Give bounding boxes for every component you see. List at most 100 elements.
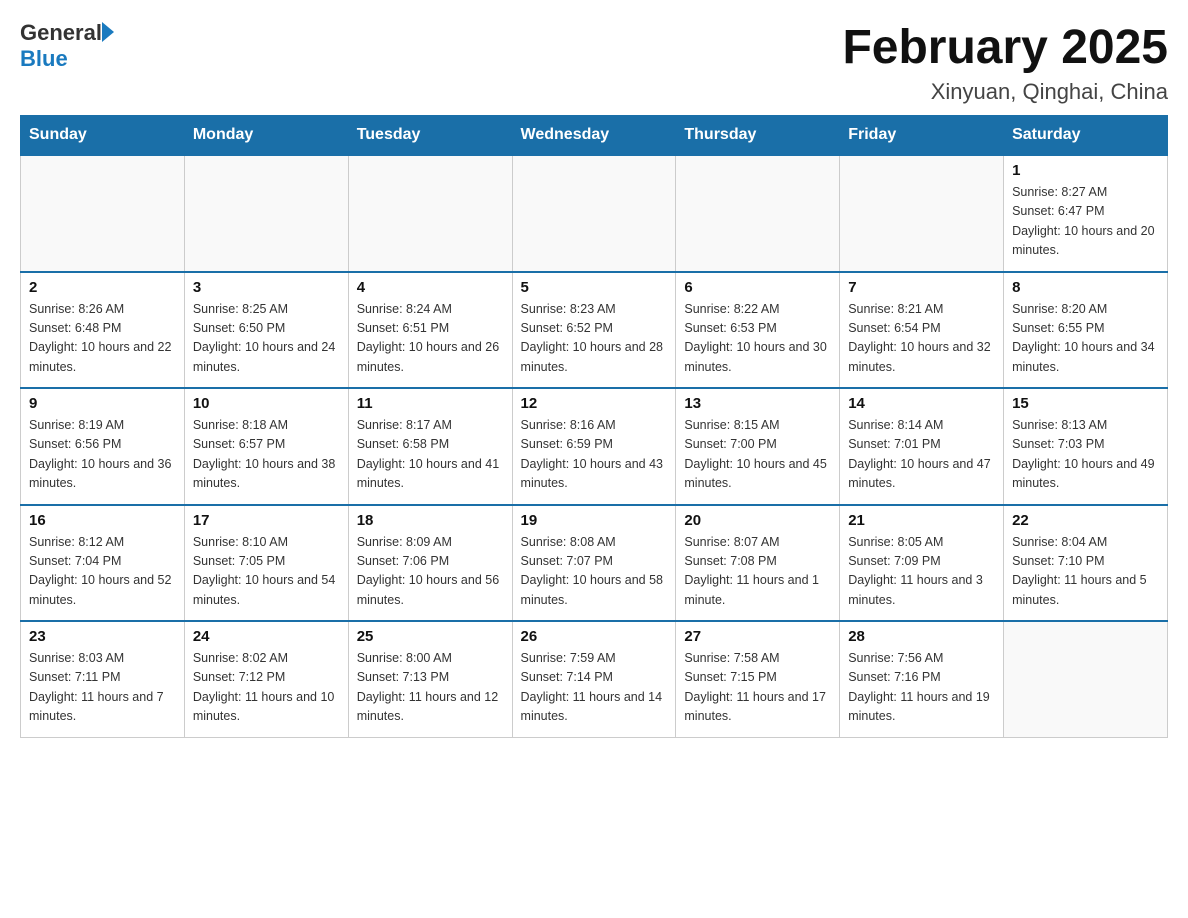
calendar-cell: 23Sunrise: 8:03 AM Sunset: 7:11 PM Dayli… <box>21 621 185 737</box>
day-number: 28 <box>848 628 995 645</box>
day-number: 24 <box>193 628 340 645</box>
calendar-header-row: SundayMondayTuesdayWednesdayThursdayFrid… <box>21 116 1168 156</box>
calendar-cell: 7 Sunrise: 8:21 AM Sunset: 6:54 PM Daylig… <box>840 272 1004 389</box>
calendar-cell: 4 Sunrise: 8:24 AM Sunset: 6:51 PM Daylig… <box>348 272 512 389</box>
calendar-cell: 13Sunrise: 8:15 AM Sunset: 7:00 PM Dayli… <box>676 388 840 505</box>
day-number: 13 <box>684 395 831 412</box>
calendar-week-row: 1 Sunrise: 8:27 AM Sunset: 6:47 PM Daylig… <box>21 155 1168 272</box>
calendar-cell: 3 Sunrise: 8:25 AM Sunset: 6:50 PM Daylig… <box>184 272 348 389</box>
calendar-cell: 12 Sunrise: 8:16 AM Sunset: 6:59 PM Dayli… <box>512 388 676 505</box>
day-info: Sunrise: 8:00 AM Sunset: 7:13 PM Dayligh… <box>357 649 504 727</box>
day-info: Sunrise: 8:25 AM Sunset: 6:50 PM Dayligh… <box>193 300 340 378</box>
day-number: 21 <box>848 512 995 529</box>
calendar-cell: 6 Sunrise: 8:22 AM Sunset: 6:53 PM Daylig… <box>676 272 840 389</box>
calendar-cell: 16Sunrise: 8:12 AM Sunset: 7:04 PM Dayli… <box>21 505 185 622</box>
day-info: Sunrise: 8:26 AM Sunset: 6:48 PM Dayligh… <box>29 300 176 378</box>
calendar-cell <box>184 155 348 272</box>
calendar-cell: 21 Sunrise: 8:05 AM Sunset: 7:09 PM Dayli… <box>840 505 1004 622</box>
calendar-title: February 2025 <box>842 20 1168 75</box>
calendar-cell <box>676 155 840 272</box>
day-info: Sunrise: 8:23 AM Sunset: 6:52 PM Dayligh… <box>521 300 668 378</box>
calendar-cell: 8 Sunrise: 8:20 AM Sunset: 6:55 PM Daylig… <box>1004 272 1168 389</box>
header-saturday: Saturday <box>1004 116 1168 156</box>
day-number: 12 <box>521 395 668 412</box>
day-info: Sunrise: 8:09 AM Sunset: 7:06 PM Dayligh… <box>357 533 504 611</box>
day-info: Sunrise: 8:20 AM Sunset: 6:55 PM Dayligh… <box>1012 300 1159 378</box>
page-header: General Blue February 2025 Xinyuan, Qing… <box>20 20 1168 105</box>
day-number: 23 <box>29 628 176 645</box>
calendar-table: SundayMondayTuesdayWednesdayThursdayFrid… <box>20 115 1168 738</box>
day-number: 14 <box>848 395 995 412</box>
calendar-week-row: 23Sunrise: 8:03 AM Sunset: 7:11 PM Dayli… <box>21 621 1168 737</box>
day-number: 19 <box>521 512 668 529</box>
calendar-week-row: 2 Sunrise: 8:26 AM Sunset: 6:48 PM Daylig… <box>21 272 1168 389</box>
day-number: 7 <box>848 279 995 296</box>
day-number: 11 <box>357 395 504 412</box>
calendar-cell: 27 Sunrise: 7:58 AM Sunset: 7:15 PM Dayli… <box>676 621 840 737</box>
day-number: 4 <box>357 279 504 296</box>
day-number: 3 <box>193 279 340 296</box>
day-info: Sunrise: 8:10 AM Sunset: 7:05 PM Dayligh… <box>193 533 340 611</box>
calendar-cell: 9Sunrise: 8:19 AM Sunset: 6:56 PM Daylig… <box>21 388 185 505</box>
day-number: 18 <box>357 512 504 529</box>
day-info: Sunrise: 8:27 AM Sunset: 6:47 PM Dayligh… <box>1012 183 1159 261</box>
day-info: Sunrise: 8:12 AM Sunset: 7:04 PM Dayligh… <box>29 533 176 611</box>
calendar-cell: 20 Sunrise: 8:07 AM Sunset: 7:08 PM Dayli… <box>676 505 840 622</box>
calendar-cell: 2 Sunrise: 8:26 AM Sunset: 6:48 PM Daylig… <box>21 272 185 389</box>
calendar-week-row: 9Sunrise: 8:19 AM Sunset: 6:56 PM Daylig… <box>21 388 1168 505</box>
calendar-subtitle: Xinyuan, Qinghai, China <box>842 79 1168 105</box>
calendar-cell <box>840 155 1004 272</box>
day-info: Sunrise: 7:59 AM Sunset: 7:14 PM Dayligh… <box>521 649 668 727</box>
day-number: 8 <box>1012 279 1159 296</box>
day-info: Sunrise: 8:14 AM Sunset: 7:01 PM Dayligh… <box>848 416 995 494</box>
day-number: 6 <box>684 279 831 296</box>
calendar-cell <box>348 155 512 272</box>
day-number: 1 <box>1012 162 1159 179</box>
day-info: Sunrise: 7:58 AM Sunset: 7:15 PM Dayligh… <box>684 649 831 727</box>
header-friday: Friday <box>840 116 1004 156</box>
logo: General Blue <box>20 20 114 72</box>
day-number: 15 <box>1012 395 1159 412</box>
calendar-cell: 28 Sunrise: 7:56 AM Sunset: 7:16 PM Dayli… <box>840 621 1004 737</box>
day-info: Sunrise: 8:18 AM Sunset: 6:57 PM Dayligh… <box>193 416 340 494</box>
day-number: 5 <box>521 279 668 296</box>
header-monday: Monday <box>184 116 348 156</box>
title-block: February 2025 Xinyuan, Qinghai, China <box>842 20 1168 105</box>
day-info: Sunrise: 8:17 AM Sunset: 6:58 PM Dayligh… <box>357 416 504 494</box>
day-info: Sunrise: 8:05 AM Sunset: 7:09 PM Dayligh… <box>848 533 995 611</box>
calendar-cell: 10Sunrise: 8:18 AM Sunset: 6:57 PM Dayli… <box>184 388 348 505</box>
day-info: Sunrise: 8:02 AM Sunset: 7:12 PM Dayligh… <box>193 649 340 727</box>
calendar-cell: 15 Sunrise: 8:13 AM Sunset: 7:03 PM Dayli… <box>1004 388 1168 505</box>
calendar-cell: 11 Sunrise: 8:17 AM Sunset: 6:58 PM Dayli… <box>348 388 512 505</box>
day-info: Sunrise: 8:13 AM Sunset: 7:03 PM Dayligh… <box>1012 416 1159 494</box>
day-info: Sunrise: 8:21 AM Sunset: 6:54 PM Dayligh… <box>848 300 995 378</box>
calendar-cell: 18 Sunrise: 8:09 AM Sunset: 7:06 PM Dayli… <box>348 505 512 622</box>
calendar-cell: 24 Sunrise: 8:02 AM Sunset: 7:12 PM Dayli… <box>184 621 348 737</box>
day-info: Sunrise: 8:08 AM Sunset: 7:07 PM Dayligh… <box>521 533 668 611</box>
calendar-cell: 1 Sunrise: 8:27 AM Sunset: 6:47 PM Daylig… <box>1004 155 1168 272</box>
calendar-cell: 22Sunrise: 8:04 AM Sunset: 7:10 PM Dayli… <box>1004 505 1168 622</box>
header-tuesday: Tuesday <box>348 116 512 156</box>
day-number: 27 <box>684 628 831 645</box>
logo-blue-text: Blue <box>20 46 68 72</box>
day-number: 26 <box>521 628 668 645</box>
header-sunday: Sunday <box>21 116 185 156</box>
day-number: 17 <box>193 512 340 529</box>
calendar-cell <box>21 155 185 272</box>
calendar-cell <box>512 155 676 272</box>
day-number: 20 <box>684 512 831 529</box>
calendar-week-row: 16Sunrise: 8:12 AM Sunset: 7:04 PM Dayli… <box>21 505 1168 622</box>
calendar-cell <box>1004 621 1168 737</box>
day-info: Sunrise: 8:24 AM Sunset: 6:51 PM Dayligh… <box>357 300 504 378</box>
calendar-cell: 17 Sunrise: 8:10 AM Sunset: 7:05 PM Dayli… <box>184 505 348 622</box>
day-info: Sunrise: 7:56 AM Sunset: 7:16 PM Dayligh… <box>848 649 995 727</box>
header-wednesday: Wednesday <box>512 116 676 156</box>
day-info: Sunrise: 8:07 AM Sunset: 7:08 PM Dayligh… <box>684 533 831 611</box>
day-info: Sunrise: 8:16 AM Sunset: 6:59 PM Dayligh… <box>521 416 668 494</box>
header-thursday: Thursday <box>676 116 840 156</box>
day-info: Sunrise: 8:22 AM Sunset: 6:53 PM Dayligh… <box>684 300 831 378</box>
day-number: 2 <box>29 279 176 296</box>
day-number: 22 <box>1012 512 1159 529</box>
day-number: 9 <box>29 395 176 412</box>
calendar-cell: 25Sunrise: 8:00 AM Sunset: 7:13 PM Dayli… <box>348 621 512 737</box>
